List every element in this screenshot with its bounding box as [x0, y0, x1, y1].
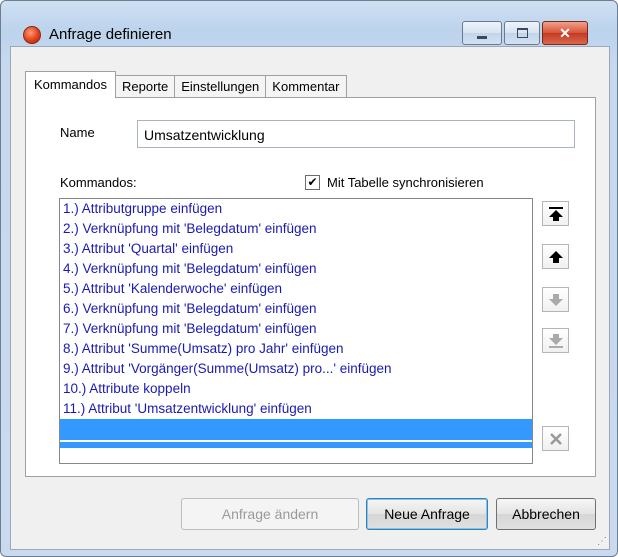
list-item[interactable]: 1.) Attributgruppe einfügen — [60, 199, 532, 219]
move-to-top-icon — [548, 206, 563, 221]
list-item-selected-end[interactable] — [60, 442, 532, 448]
dialog-window: Anfrage definieren ✕ Kommandos Reporte E… — [0, 0, 618, 557]
move-up-icon — [548, 250, 563, 263]
minimize-button[interactable] — [462, 21, 502, 45]
commands-label: Kommandos: — [60, 175, 137, 190]
tab-kommandos[interactable]: Kommandos — [25, 71, 116, 98]
close-icon: ✕ — [559, 24, 571, 41]
name-label: Name — [60, 125, 95, 140]
move-to-bottom-button[interactable] — [542, 328, 569, 353]
maximize-button[interactable] — [504, 21, 540, 45]
list-item[interactable]: 6.) Verknüpfung mit 'Belegdatum' einfüge… — [60, 299, 532, 319]
tab-kommentar[interactable]: Kommentar — [265, 75, 347, 98]
app-icon — [23, 26, 41, 44]
minimize-icon — [477, 35, 487, 39]
list-item[interactable]: 7.) Verknüpfung mit 'Belegdatum' einfüge… — [60, 319, 532, 339]
list-item[interactable]: 11.) Attribut 'Umsatzentwicklung' einfüg… — [60, 399, 532, 419]
list-item[interactable]: 2.) Verknüpfung mit 'Belegdatum' einfüge… — [60, 219, 532, 239]
commands-list[interactable]: 1.) Attributgruppe einfügen 2.) Verknüpf… — [59, 198, 533, 464]
tab-einstellungen[interactable]: Einstellungen — [174, 75, 267, 98]
delete-button[interactable] — [542, 426, 569, 451]
name-input[interactable]: Umsatzentwicklung — [137, 120, 575, 148]
list-item[interactable]: 3.) Attribut 'Quartal' einfügen — [60, 239, 532, 259]
sync-checkbox[interactable]: ✔ — [305, 175, 320, 190]
resize-grip-icon[interactable]: ⋰ — [597, 536, 607, 547]
move-to-top-button[interactable] — [542, 201, 569, 226]
move-down-icon — [548, 293, 563, 306]
move-up-button[interactable] — [542, 244, 569, 269]
list-item[interactable]: 5.) Attribut 'Kalenderwoche' einfügen — [60, 279, 532, 299]
window-title: Anfrage definieren — [49, 26, 172, 43]
new-query-button[interactable]: Neue Anfrage — [366, 498, 488, 530]
tab-bar: Kommandos Reporte Einstellungen Kommenta… — [25, 71, 347, 98]
list-item[interactable]: 8.) Attribut 'Summe(Umsatz) pro Jahr' ei… — [60, 339, 532, 359]
cancel-button[interactable]: Abbrechen — [496, 498, 596, 530]
close-button[interactable]: ✕ — [542, 21, 588, 45]
list-item[interactable]: 10.) Attribute koppeln — [60, 379, 532, 399]
maximize-icon — [516, 28, 528, 38]
checkmark-icon: ✔ — [307, 175, 318, 189]
list-item[interactable]: 9.) Attribut 'Vorgänger(Summe(Umsatz) pr… — [60, 359, 532, 379]
move-down-button[interactable] — [542, 287, 569, 312]
list-item[interactable]: 4.) Verknüpfung mit 'Belegdatum' einfüge… — [60, 259, 532, 279]
sync-checkbox-label[interactable]: Mit Tabelle synchronisieren — [327, 175, 484, 190]
move-to-bottom-icon — [548, 333, 563, 348]
delete-icon — [549, 432, 562, 445]
title-bar[interactable]: Anfrage definieren ✕ — [1, 1, 617, 45]
list-item-selected[interactable] — [60, 419, 532, 440]
tab-reporte[interactable]: Reporte — [114, 75, 176, 98]
change-query-button[interactable]: Anfrage ändern — [181, 498, 359, 530]
